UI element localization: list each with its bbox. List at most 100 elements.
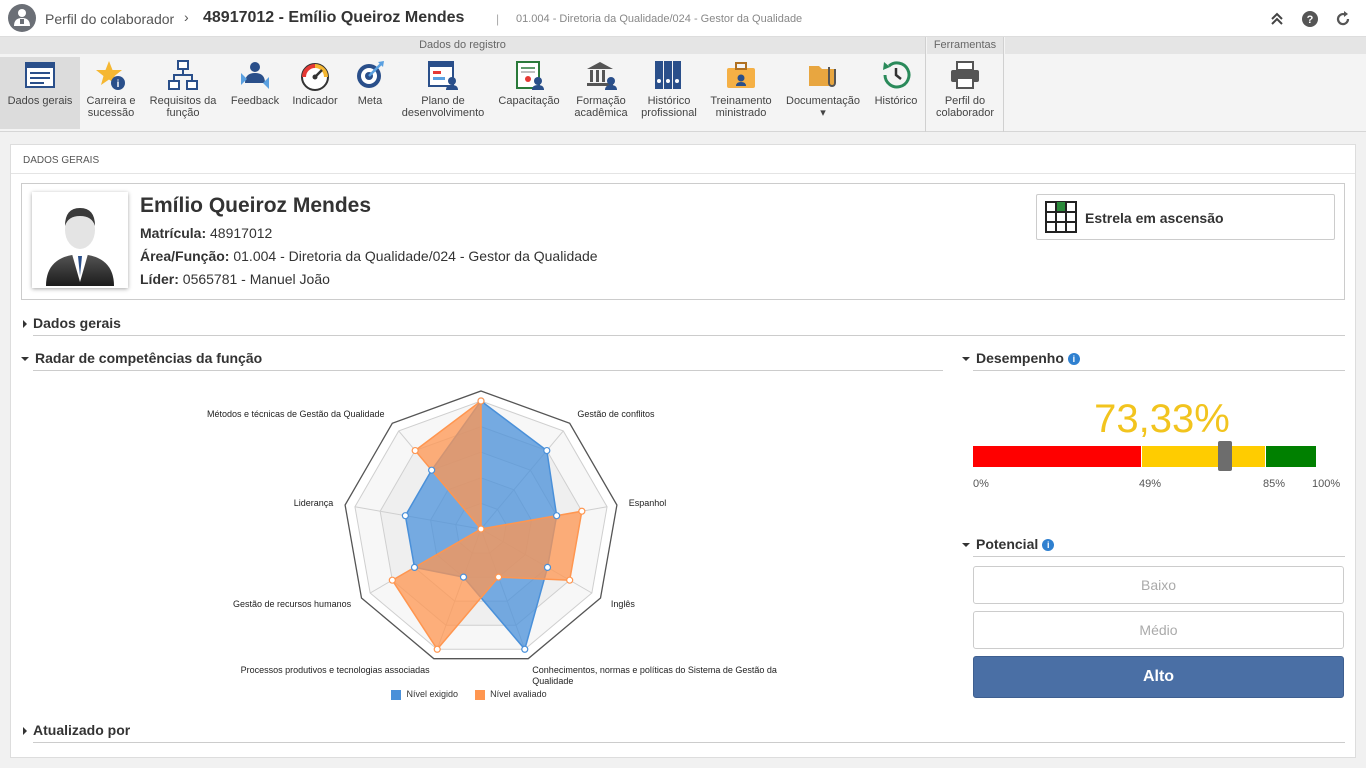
radar-point: [521, 645, 529, 653]
ribbon-label: ministrado: [715, 107, 767, 119]
legend-swatch-avaliado: [474, 689, 485, 700]
lider-row: Líder: 0565781 - Manuel João: [140, 271, 330, 287]
bar-label-49: 49%: [1139, 478, 1162, 490]
section-title: Dados gerais: [33, 315, 121, 331]
ribbon-feedback-button[interactable]: Feedback: [224, 57, 286, 129]
section-potencial-toggle[interactable]: Potencial i: [962, 536, 1055, 552]
group-divider: [925, 37, 926, 132]
info-icon[interactable]: i: [1067, 353, 1080, 366]
collapse-up-icon[interactable]: [1268, 10, 1286, 28]
ribbon-historico-button[interactable]: Histórico: [868, 57, 924, 129]
section-radar-toggle[interactable]: Radar de competências da função: [21, 350, 262, 366]
radar-point: [428, 466, 436, 474]
bar-segment-mid: [1142, 446, 1265, 467]
radar-axis-label: Liderança: [294, 498, 334, 508]
ribbon-label: Perfil do: [944, 95, 986, 107]
divider: [973, 556, 1345, 557]
bar-label-0: 0%: [973, 478, 989, 490]
org-chart-icon: [168, 60, 198, 90]
ribbon-requisitos-button[interactable]: Requisitos da função: [142, 57, 224, 129]
radar-axis-label: Inglês: [611, 599, 636, 609]
radar-point: [411, 446, 419, 455]
avatar: [32, 192, 128, 288]
certificate-icon: [516, 61, 544, 90]
radar-point: [477, 397, 485, 405]
section-title: Desempenho: [976, 350, 1064, 366]
radar-point: [477, 525, 485, 533]
potential-baixo-button[interactable]: Baixo: [973, 566, 1344, 604]
radar-axis-label: Conhecimentos, normas e políticas do Sis…: [532, 665, 777, 686]
nine-box-badge[interactable]: Estrela em ascensão: [1036, 194, 1335, 240]
target-icon: [357, 61, 384, 88]
performance-value: 73,33%: [1094, 397, 1230, 441]
ribbon-label: Formação: [576, 95, 626, 107]
bar-label-100: 100%: [1312, 478, 1341, 490]
group-header-registro: Dados do registro: [0, 37, 925, 54]
potential-medio-button[interactable]: Médio: [973, 611, 1344, 649]
ribbon-label: Indicador: [292, 95, 338, 107]
legend-label-exigido: Nível exigido: [406, 689, 459, 699]
ribbon-label: colaborador: [935, 107, 995, 119]
lider-value: 0565781 - Manuel João: [182, 271, 330, 287]
ribbon-carreira-button[interactable]: i Carreira e sucessão: [80, 57, 142, 129]
radar-point: [388, 576, 396, 584]
ribbon-label: Documentação: [786, 95, 860, 107]
ribbon-dropdown-caret: ▾: [820, 107, 826, 119]
ribbon-label: Feedback: [230, 95, 280, 107]
ribbon-plano-button[interactable]: Plano de desenvolvimento: [396, 57, 490, 129]
ribbon-documentacao-button[interactable]: Documentação ▾: [778, 57, 868, 129]
ribbon-dados-gerais-button[interactable]: Dados gerais: [0, 57, 80, 129]
lider-label: Líder:: [140, 271, 179, 287]
breadcrumb-root[interactable]: Perfil do colaborador: [45, 11, 174, 27]
info-icon[interactable]: i: [1042, 539, 1055, 552]
section-desempenho-toggle[interactable]: Desempenho i: [962, 350, 1080, 366]
ribbon-perfil-colaborador-button[interactable]: Perfil do colaborador: [929, 57, 1001, 129]
area-row: Área/Função: 01.004 - Diretoria da Quali…: [140, 248, 598, 264]
employee-card: Emílio Queiroz Mendes Matrícula: 4891701…: [21, 183, 1345, 300]
bar-segment-low: [973, 446, 1142, 467]
radar-point: [543, 563, 552, 571]
ribbon-indicador-button[interactable]: Indicador: [286, 57, 344, 129]
ribbon-capacitacao-button[interactable]: Capacitação: [490, 57, 568, 129]
potential-alto-button[interactable]: Alto: [973, 656, 1344, 698]
matricula-row: Matrícula: 48917012: [140, 225, 272, 241]
binders-icon: [655, 61, 681, 89]
radar-point: [578, 507, 586, 515]
divider: [33, 335, 1345, 336]
ribbon-label: Meta: [357, 95, 383, 107]
help-icon[interactable]: ?: [1301, 10, 1319, 28]
ribbon-historico-profissional-button[interactable]: Histórico profissional: [634, 57, 704, 129]
ribbon-label: desenvolvimento: [401, 107, 485, 119]
ribbon-label: Dados gerais: [7, 95, 73, 107]
institution-icon: [587, 62, 617, 90]
record-title: 48917012 - Emílio Queiroz Mendes: [203, 9, 465, 26]
section-atualizado-toggle[interactable]: Atualizado por: [23, 722, 130, 738]
ribbon-treinamento-button[interactable]: Treinamento ministrado: [704, 57, 778, 129]
matricula-value: 48917012: [210, 225, 273, 241]
ribbon-meta-button[interactable]: Meta: [344, 57, 396, 129]
ribbon-label: função: [166, 107, 200, 119]
radar-axis-label: Gestão de conflitos: [577, 409, 655, 419]
ribbon-formacao-button[interactable]: Formação acadêmica: [568, 57, 634, 129]
plan-icon: [428, 61, 458, 90]
employee-name: Emílio Queiroz Mendes: [140, 194, 372, 217]
radar-point: [401, 512, 409, 520]
divider: [973, 370, 1345, 371]
radar-axis-label: Gestão de recursos humanos: [233, 599, 352, 609]
ribbon-label: sucessão: [87, 107, 135, 119]
group-header-ferramentas: Ferramentas: [927, 37, 1003, 54]
collapse-caret-icon: [962, 543, 970, 548]
group-header-empty: [1005, 37, 1366, 54]
ribbon-toolbar: Dados do registro Ferramentas Dados gera…: [0, 37, 1366, 132]
app-logo-icon: [8, 4, 36, 32]
section-title: Potencial: [976, 536, 1039, 552]
divider: [33, 742, 1345, 743]
radar-point: [459, 573, 468, 581]
section-dados-gerais-toggle[interactable]: Dados gerais: [23, 315, 121, 331]
radar-point: [543, 446, 551, 455]
star-info-icon: i: [96, 61, 125, 90]
history-icon: [883, 61, 911, 89]
ribbon-label: Histórico: [874, 95, 918, 107]
radar-chart: Legislação e normas da QualidadeGestão d…: [207, 390, 777, 686]
refresh-icon[interactable]: [1334, 10, 1352, 28]
